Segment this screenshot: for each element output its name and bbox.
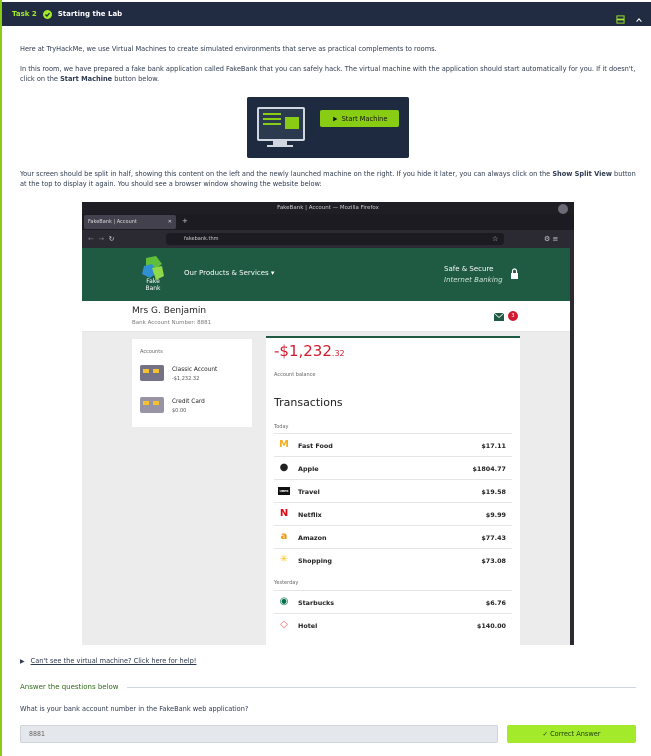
amazon-icon: a bbox=[280, 531, 288, 542]
fakebank-header: Fake Bank Our Products & Services ▾ Safe … bbox=[82, 248, 570, 301]
fakebank-screenshot: FakeBank | Account — Mozilla Firefox Fak… bbox=[82, 202, 574, 645]
transaction-row: UBER Travel $19.58 bbox=[274, 479, 512, 502]
fakebank-logo-text: Fake Bank bbox=[145, 278, 161, 292]
card-icon bbox=[140, 397, 164, 413]
window-close-icon bbox=[558, 204, 568, 214]
task-header[interactable]: Task 2 Starting the Lab bbox=[2, 2, 651, 26]
chevron-up-icon[interactable] bbox=[635, 9, 643, 28]
lock-icon bbox=[511, 268, 518, 279]
new-tab-icon: + bbox=[182, 217, 188, 225]
transaction-row: ◇ Hotel $140.00 bbox=[274, 613, 512, 636]
transaction-row: ◉ Starbucks $6.76 bbox=[274, 590, 512, 613]
starbucks-icon: ◉ bbox=[279, 596, 289, 607]
server-icon[interactable] bbox=[616, 9, 625, 28]
balance-label: Account balance bbox=[274, 372, 316, 378]
scrollbar bbox=[570, 248, 574, 645]
transaction-row: N Netflix $9.99 bbox=[274, 502, 512, 525]
correct-answer-button[interactable]: ✓ Correct Answer bbox=[507, 725, 636, 743]
answer-section-header: Answer the questions below bbox=[20, 682, 636, 692]
transaction-row: ● Apple $1804.77 bbox=[274, 456, 512, 479]
mail-icon bbox=[494, 313, 504, 321]
answer-input[interactable]: 8881 bbox=[20, 725, 498, 743]
intro-paragraph: Here at TryHackMe, we use Virtual Machin… bbox=[20, 45, 437, 53]
account-balance: -$1,232.32 bbox=[274, 342, 345, 360]
account-number: Bank Account Number: 8881 bbox=[132, 320, 212, 326]
mcdonalds-icon: M bbox=[279, 439, 289, 450]
airbnb-icon: ◇ bbox=[280, 619, 288, 630]
transaction-row: a Amazon $77.43 bbox=[274, 525, 512, 548]
accounts-panel: Accounts Classic Account -$1,232.32 Cred… bbox=[132, 339, 252, 427]
fakebank-main: Accounts Classic Account -$1,232.32 Cred… bbox=[82, 332, 570, 645]
transactions-title: Transactions bbox=[274, 396, 343, 409]
products-menu: Our Products & Services ▾ bbox=[184, 269, 275, 277]
uber-icon: UBER bbox=[278, 487, 290, 495]
task-number: Task 2 bbox=[12, 10, 37, 18]
play-icon bbox=[332, 116, 337, 121]
browser-toolbar: ← → ↻ fakebank.thm ☆ ⚙ ≡ bbox=[82, 230, 574, 248]
question-text: What is your bank account number in the … bbox=[20, 705, 249, 713]
triangle-right-icon: ▶ bbox=[20, 658, 25, 665]
account-item: Credit Card $0.00 bbox=[140, 395, 250, 417]
vm-help-link[interactable]: ▶ Can't see the virtual machine? Click he… bbox=[20, 656, 196, 667]
netflix-icon: N bbox=[279, 508, 289, 519]
check-icon bbox=[42, 9, 52, 19]
url-bar: fakebank.thm bbox=[166, 233, 504, 245]
accounts-label: Accounts bbox=[140, 349, 163, 355]
apple-icon: ● bbox=[279, 462, 289, 473]
transaction-row: ✳ Shopping $73.08 bbox=[274, 548, 512, 571]
fakebank-user-bar: Mrs G. Benjamin Bank Account Number: 888… bbox=[82, 301, 570, 332]
user-name: Mrs G. Benjamin bbox=[132, 306, 207, 316]
browser-tab: FakeBank | Account ✕ bbox=[84, 215, 176, 229]
account-item: Classic Account -$1,232.32 bbox=[140, 363, 250, 385]
task-card: Task 2 Starting the Lab Here at TryHackM… bbox=[0, 0, 651, 756]
window-title: FakeBank | Account — Mozilla Firefox bbox=[277, 205, 379, 211]
split-view-paragraph: Your screen should be split in half, sho… bbox=[20, 170, 636, 188]
start-machine-button[interactable]: Start Machine bbox=[320, 110, 399, 127]
monitor-icon bbox=[257, 107, 305, 141]
transaction-row: M Fast Food $17.11 bbox=[274, 433, 512, 456]
notification-badge: 3 bbox=[508, 311, 518, 321]
browser-tabs: FakeBank | Account ✕ + bbox=[82, 214, 574, 230]
card-icon bbox=[140, 365, 164, 381]
transactions-panel: -$1,232.32 Account balance Transactions … bbox=[266, 336, 520, 645]
today-label: Today bbox=[274, 424, 289, 430]
task-title: Starting the Lab bbox=[57, 10, 123, 18]
start-machine-banner: Start Machine bbox=[247, 97, 409, 158]
walmart-icon: ✳ bbox=[279, 554, 289, 565]
safe-secure-label: Safe & Secure Internet Banking bbox=[444, 265, 503, 284]
room-paragraph: In this room, we have prepared a fake ba… bbox=[20, 65, 636, 83]
yesterday-label: Yesterday bbox=[274, 580, 299, 586]
